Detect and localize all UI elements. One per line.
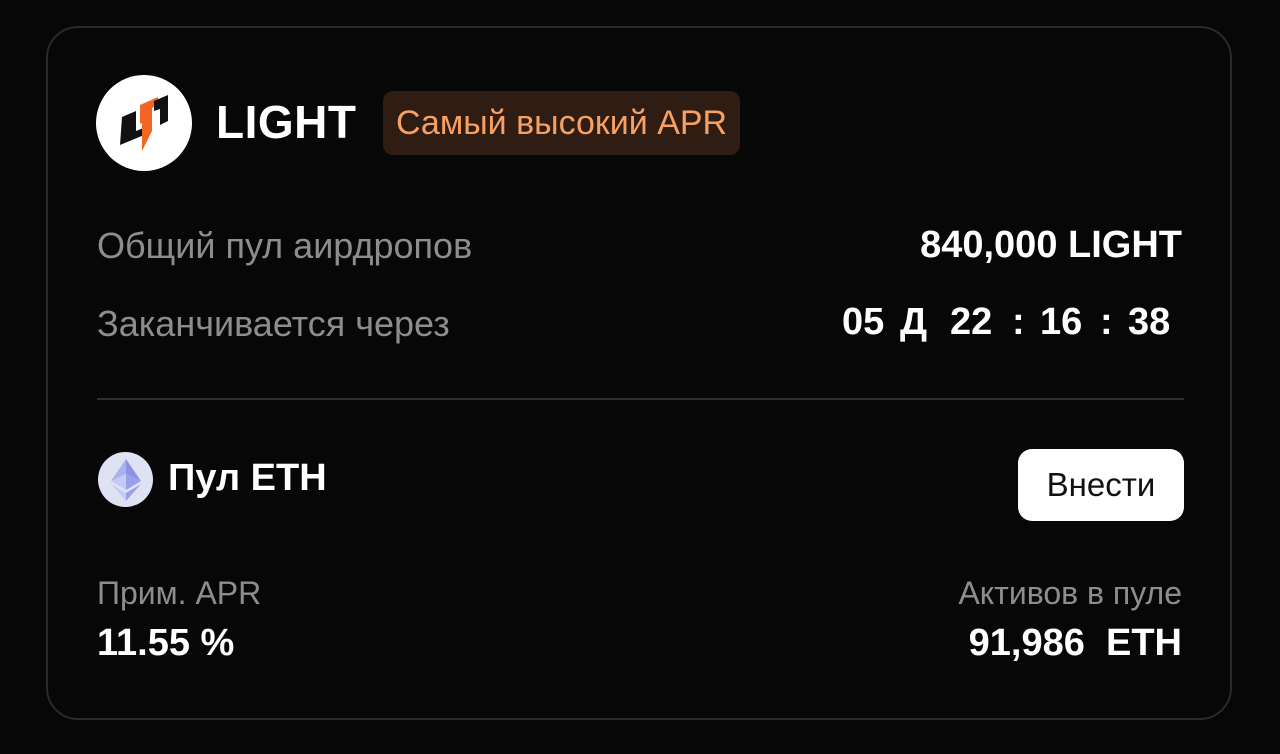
deposit-button[interactable]: Внести xyxy=(1018,449,1184,521)
countdown-separator: : xyxy=(1012,301,1025,343)
apr-value: 11.55 % xyxy=(97,622,235,664)
pool-assets-label: Активов в пуле xyxy=(958,575,1182,611)
countdown-days-unit: Д xyxy=(900,301,928,343)
pool-title: Пул ETH xyxy=(168,457,327,499)
countdown-minutes: 16 xyxy=(1040,301,1083,343)
airdrop-pool-label: Общий пул аирдропов xyxy=(97,225,473,266)
airdrop-pool-value: 840,000 LIGHT xyxy=(920,224,1182,266)
ends-in-label: Заканчивается через xyxy=(97,303,450,344)
apr-label: Прим. APR xyxy=(97,575,262,611)
pool-assets-value: 91,986 ETH xyxy=(968,622,1182,664)
highest-apr-badge: Самый высокий APR xyxy=(383,91,741,155)
countdown-days: 05 xyxy=(842,301,885,343)
countdown-separator: : xyxy=(1100,301,1113,343)
countdown-hours: 22 xyxy=(950,301,993,343)
ethereum-icon xyxy=(98,452,153,507)
countdown-seconds: 38 xyxy=(1128,301,1171,343)
section-divider xyxy=(97,398,1184,400)
light-logo-icon xyxy=(96,75,192,171)
token-name: LIGHT xyxy=(216,96,357,148)
